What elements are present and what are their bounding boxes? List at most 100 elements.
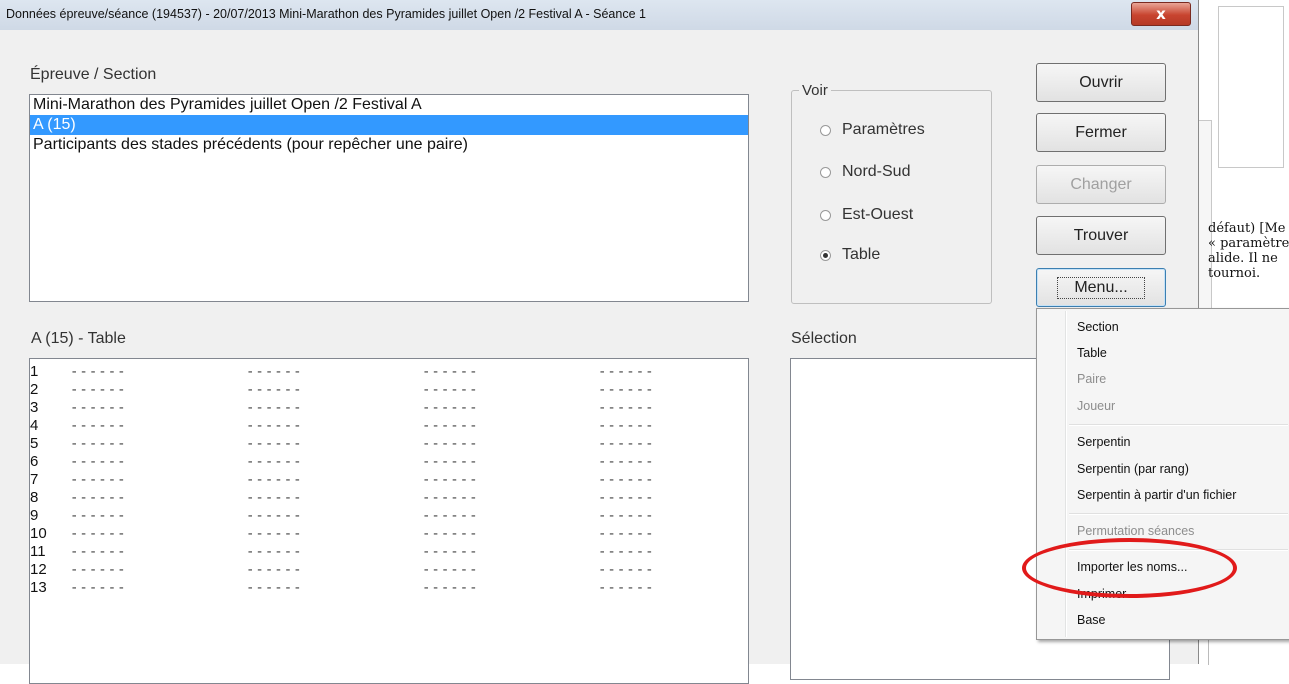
background-panel (1218, 6, 1284, 168)
table-cell: ------ (70, 472, 127, 488)
table-row[interactable]: 10 ------ ------ ------ ------ (30, 525, 748, 543)
radio-nord-sud[interactable]: Nord-Sud (820, 163, 910, 181)
menu-separator (1069, 549, 1288, 551)
table-cell: ------ (70, 562, 127, 578)
table-cell: ------ (246, 418, 303, 434)
table-cell: ------ (422, 562, 479, 578)
table-number: 5 (30, 435, 39, 452)
ouvrir-button[interactable]: Ouvrir (1036, 63, 1166, 102)
table-cell: ------ (422, 544, 479, 560)
table-row[interactable]: 7 ------ ------ ------ ------ (30, 471, 748, 489)
menu-button[interactable]: Menu... (1036, 268, 1166, 307)
table-cell: ------ (70, 544, 127, 560)
menu-item-serpentin[interactable]: Serpentin (1077, 435, 1131, 449)
table-cell: ------ (246, 490, 303, 506)
table-cell: ------ (598, 472, 655, 488)
title-bar: Données épreuve/séance (194537) - 20/07/… (0, 0, 1198, 30)
table-row[interactable]: 2 ------ ------ ------ ------ (30, 381, 748, 399)
dialog-window: Données épreuve/séance (194537) - 20/07/… (0, 0, 1199, 684)
context-menu: Section Table Paire Joueur Serpentin Ser… (1036, 308, 1289, 640)
table-cell: ------ (70, 418, 127, 434)
menu-item-importer-noms[interactable]: Importer les noms... (1077, 560, 1187, 574)
table-cell: ------ (246, 382, 303, 398)
menu-item-permutation-seances: Permutation séances (1077, 524, 1195, 538)
table-row[interactable]: 9 ------ ------ ------ ------ (30, 507, 748, 525)
table-cell: ------ (598, 580, 655, 596)
table-cell: ------ (70, 382, 127, 398)
table-cell: ------ (598, 490, 655, 506)
background-text-line: alide. Il ne (1208, 251, 1278, 266)
table-cell: ------ (422, 364, 479, 380)
changer-button[interactable]: Changer (1036, 165, 1166, 204)
menu-gutter (1065, 311, 1067, 637)
list-item[interactable]: Participants des stades précédents (pour… (30, 135, 748, 155)
trouver-button[interactable]: Trouver (1036, 216, 1166, 255)
table-row[interactable]: 8 ------ ------ ------ ------ (30, 489, 748, 507)
table-row[interactable]: 4 ------ ------ ------ ------ (30, 417, 748, 435)
table-cell: ------ (246, 526, 303, 542)
menu-item-imprimer[interactable]: Imprimer (1077, 587, 1126, 601)
table-row[interactable]: 3 ------ ------ ------ ------ (30, 399, 748, 417)
table-cell: ------ (598, 526, 655, 542)
radio-table[interactable]: Table (820, 246, 880, 264)
table-number: 9 (30, 507, 39, 524)
voir-group: Voir Paramètres Nord-Sud Est-Ouest Table (791, 82, 992, 304)
voir-legend: Voir (799, 82, 831, 99)
list-item[interactable]: Mini-Marathon des Pyramides juillet Open… (30, 95, 748, 115)
window-title: Données épreuve/séance (194537) - 20/07/… (6, 7, 646, 21)
radio-icon (820, 166, 831, 178)
radio-label: Paramètres (842, 121, 925, 138)
table-row[interactable]: 13 ------ ------ ------ ------ (30, 579, 748, 597)
table-cell: ------ (70, 400, 127, 416)
table-row[interactable]: 6 ------ ------ ------ ------ (30, 453, 748, 471)
table-row[interactable]: 1 ------ ------ ------ ------ (30, 363, 748, 381)
radio-selected-icon (820, 249, 831, 261)
radio-est-ouest[interactable]: Est-Ouest (820, 206, 913, 224)
table-cell: ------ (422, 418, 479, 434)
table-number: 6 (30, 453, 39, 470)
table-cell: ------ (70, 364, 127, 380)
close-icon: x (1156, 5, 1166, 23)
table-cell: ------ (598, 454, 655, 470)
table-row[interactable]: 11 ------ ------ ------ ------ (30, 543, 748, 561)
background-text-line: défaut) [Me (1208, 221, 1286, 236)
table-number: 13 (30, 579, 47, 596)
selection-label: Sélection (791, 330, 857, 347)
table-row[interactable]: 5 ------ ------ ------ ------ (30, 435, 748, 453)
table-row[interactable]: 12 ------ ------ ------ ------ (30, 561, 748, 579)
menu-button-label: Menu... (1057, 276, 1145, 299)
table-grid[interactable]: 1 ------ ------ ------ ------ 2 ------ ------ --… (29, 358, 749, 684)
table-cell: ------ (246, 544, 303, 560)
table-cell: ------ (422, 454, 479, 470)
table-cell: ------ (598, 418, 655, 434)
close-button[interactable]: x (1131, 2, 1191, 26)
table-cell: ------ (598, 400, 655, 416)
table-number: 12 (30, 561, 47, 578)
menu-item-serpentin-fichier[interactable]: Serpentin à partir d'un fichier (1077, 488, 1236, 502)
table-number: 11 (30, 543, 46, 560)
table-number: 8 (30, 489, 39, 506)
table-cell: ------ (246, 562, 303, 578)
table-number: 4 (30, 417, 39, 434)
list-item-selected[interactable]: A (15) (30, 115, 748, 135)
menu-item-table[interactable]: Table (1077, 346, 1107, 360)
epreuve-section-list[interactable]: Mini-Marathon des Pyramides juillet Open… (29, 94, 749, 302)
fermer-button[interactable]: Fermer (1036, 113, 1166, 152)
table-cell: ------ (422, 580, 479, 596)
radio-label: Est-Ouest (842, 206, 914, 223)
table-cell: ------ (598, 562, 655, 578)
table-cell: ------ (70, 454, 127, 470)
menu-item-serpentin-par-rang[interactable]: Serpentin (par rang) (1077, 462, 1189, 476)
radio-icon (820, 209, 831, 221)
table-cell: ------ (70, 580, 127, 596)
table-number: 3 (30, 399, 39, 416)
menu-item-section[interactable]: Section (1077, 320, 1119, 334)
menu-item-paire: Paire (1077, 372, 1107, 386)
radio-parametres[interactable]: Paramètres (820, 121, 925, 139)
radio-label: Table (842, 246, 881, 263)
table-number: 7 (30, 471, 39, 488)
table-cell: ------ (246, 580, 303, 596)
table-cell: ------ (598, 508, 655, 524)
radio-icon (820, 124, 831, 136)
menu-item-base[interactable]: Base (1077, 613, 1106, 627)
